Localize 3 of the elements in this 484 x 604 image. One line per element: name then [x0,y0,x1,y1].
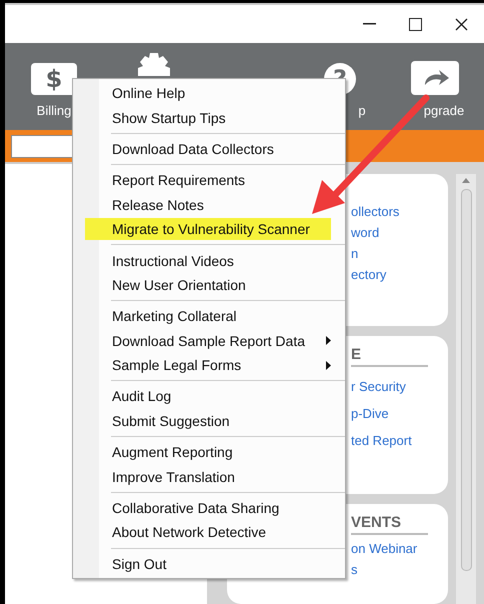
card-heading: E [351,346,428,367]
dollar-icon: $ [31,63,77,96]
card-heading: VENTS [351,514,428,535]
